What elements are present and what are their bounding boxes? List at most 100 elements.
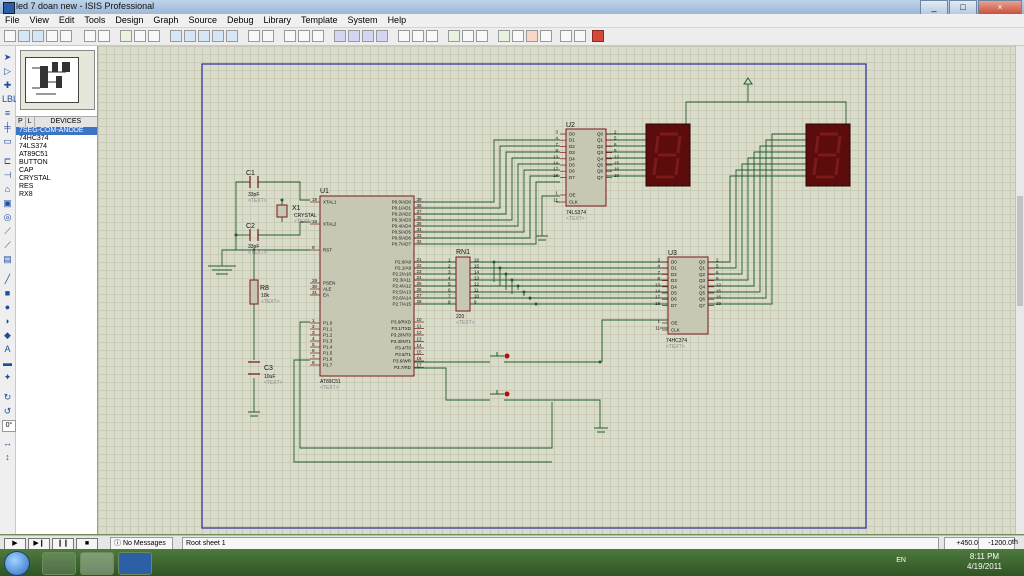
status-bar: ▶ ▶❙ ❙❙ ■ ⓘ No Messages Root sheet 1 +45… [0, 535, 1024, 550]
pin-number: 36 [416, 215, 422, 220]
c2-text: <TEXT> [248, 250, 267, 256]
pin-name: P1.4 [323, 345, 333, 350]
pin-number: 38 [416, 203, 422, 208]
ic-u2-74ls374[interactable]: U2 74LS374 <TEXT> 3 D04 D17 D28 D313 D414 D517… [553, 122, 620, 222]
pin-name: P3.5/T1 [395, 352, 411, 357]
seven-segment-display-1[interactable] [645, 123, 691, 187]
pin-number: 19 [614, 173, 620, 178]
c3-ref: C3 [264, 365, 273, 372]
pin-number: 33 [416, 233, 422, 238]
pin-name: D5 [671, 291, 677, 296]
u3-text: <TEXT> [666, 344, 685, 350]
pin-number: 8 [312, 360, 315, 365]
push-button-2[interactable] [484, 390, 510, 401]
pin-number: 13 [553, 154, 559, 159]
rn1-ref: RN1 [456, 249, 470, 256]
pin-number: 10 [416, 317, 422, 322]
pin-name: P3.1/TXD [391, 326, 411, 331]
pin-number: 28 [416, 299, 422, 304]
pin-number: 4 [312, 336, 315, 341]
pin-name: P3.2/INT0 [391, 333, 412, 338]
pin-name: Q3 [699, 278, 706, 283]
isis-taskbar-icon[interactable] [118, 552, 152, 575]
capacitor-c1[interactable]: C1 33pF <TEXT> [246, 170, 267, 204]
pin-name: Q1 [699, 266, 706, 271]
pin-number: 18 [655, 301, 661, 306]
pin-number: 35 [416, 221, 422, 226]
internet-explorer-icon[interactable] [42, 552, 76, 575]
seven-segment-display-2[interactable] [805, 123, 851, 187]
c2-ref: C2 [246, 223, 255, 230]
pin-name: Q0 [699, 260, 706, 265]
pin-number: 25 [416, 281, 422, 286]
pin-number: 14 [553, 161, 559, 166]
pin-name: D0 [671, 260, 677, 265]
pin-name: P1.3 [323, 339, 333, 344]
pin-number: 31 [312, 290, 318, 295]
pin-name: D6 [671, 297, 677, 302]
ic-u1-at89c51[interactable]: U1 AT89C51 <TEXT> 19 XTAL118 XTAL29 RST29 PS… [310, 188, 424, 391]
ic-u3-74hc374[interactable]: U3 74HC374 <TEXT> 3 D04 D17 D28 D313 D414 D517… [655, 250, 722, 350]
firefox-icon[interactable] [80, 552, 114, 575]
capacitor-c2[interactable]: C2 33pF <TEXT> [246, 223, 267, 256]
pin-name: P2.2/A10 [392, 272, 411, 277]
pin-name: P0.6/AD6 [392, 236, 412, 241]
pin-number: 18 [312, 219, 318, 224]
pin-name: P0.1/AD1 [392, 206, 412, 211]
pin-name: D2 [569, 144, 575, 149]
pin-name: P3.7/RD [394, 365, 412, 370]
system-clock[interactable]: 8:11 PM 4/19/2011 [967, 552, 1002, 572]
pin-number: 13 [474, 276, 480, 281]
pin-number: 10 [474, 294, 480, 299]
u2-text: <TEXT> [566, 216, 585, 222]
pin-number: 11 [553, 198, 558, 203]
pin-name: Q4 [699, 284, 706, 289]
vertical-scrollbar[interactable] [1015, 46, 1024, 534]
crystal-x1[interactable]: X1 CRYSTAL <TEXT> [276, 204, 317, 225]
u2-ref: U2 [566, 122, 575, 129]
pin-name: P0.3/AD3 [392, 218, 412, 223]
clock-date: 4/19/2011 [967, 562, 1002, 571]
schematic-canvas[interactable]: C1 33pF <TEXT> C2 33pF <TEXT> X1 CRYSTAL… [0, 0, 1024, 576]
pin-number: 11 [474, 288, 479, 293]
pin-number: 3 [312, 330, 315, 335]
info-icon: ⓘ [114, 540, 123, 547]
pin-number: 15 [474, 264, 480, 269]
pin-name: Q3 [597, 150, 604, 155]
pin-name: OE [569, 193, 576, 198]
resistor-r8[interactable]: R8 10k <TEXT> [249, 279, 280, 305]
pin-number: 9 [312, 245, 315, 250]
start-button[interactable] [4, 551, 30, 576]
pin-name: OE [671, 321, 678, 326]
pin-name: D3 [671, 278, 677, 283]
messages-text: No Messages [122, 540, 166, 547]
pin-name: D6 [569, 169, 575, 174]
pin-name: P1.0 [323, 321, 333, 326]
u3-ref: U3 [668, 250, 677, 257]
pin-name: P3.3/INT1 [391, 339, 412, 344]
units-label: th [1012, 539, 1018, 546]
pin-name: D1 [569, 138, 575, 143]
pin-number: 3 [555, 130, 558, 135]
scroll-thumb[interactable] [1017, 196, 1023, 306]
c3-text: <TEXT> [264, 380, 283, 386]
language-indicator[interactable]: EN [896, 557, 906, 564]
resistor-network-rn1[interactable]: RN1 220 <TEXT> 1 162 153 144 135 126 117 108 9 [448, 249, 480, 326]
pin-number: 21 [416, 257, 422, 262]
pin-name: D4 [569, 156, 575, 161]
pin-name: P3.4/T0 [395, 346, 411, 351]
pin-number: 5 [312, 342, 315, 347]
power-terminal[interactable] [743, 77, 753, 85]
pin-number: 23 [416, 269, 422, 274]
pin-number: 17 [416, 363, 422, 368]
pin-number: 32 [416, 239, 422, 244]
pin-number: 17 [553, 167, 559, 172]
pin-name: D1 [671, 266, 677, 271]
pin-name: CLK [671, 328, 680, 333]
pin-number: 22 [416, 263, 422, 268]
pin-name: XTAL2 [323, 222, 337, 227]
push-button-1[interactable] [484, 352, 510, 363]
pin-name: Q0 [597, 132, 604, 137]
capacitor-c3[interactable]: C3 10uF <TEXT> [248, 361, 283, 386]
r8-ref: R8 [260, 285, 269, 292]
